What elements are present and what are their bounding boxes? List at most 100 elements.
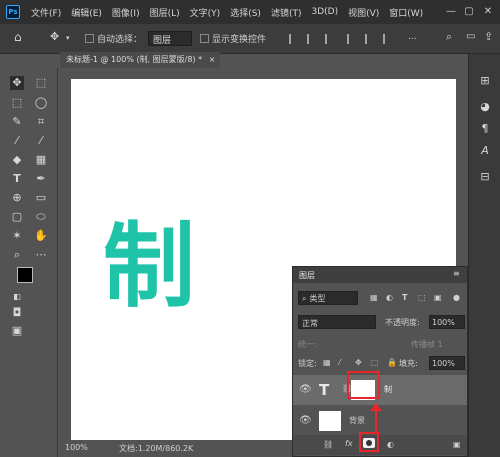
chevron-down-icon[interactable]: ▾	[66, 34, 70, 42]
filter-smart-icon[interactable]: ▣	[434, 293, 442, 302]
menu-3d[interactable]: 3D(D)	[306, 7, 343, 17]
layer-thumbnail[interactable]	[319, 411, 341, 431]
quick-mask-icon[interactable]: ◘	[10, 306, 24, 320]
rectangle-tool-icon[interactable]: ▭	[34, 191, 48, 205]
foreground-color-swatch[interactable]	[17, 267, 33, 283]
filter-shape-icon[interactable]: ⬚	[418, 293, 426, 302]
menu-file[interactable]: 文件(F)	[26, 6, 66, 19]
brush-tool-icon[interactable]: ⁄	[34, 134, 48, 148]
menu-view[interactable]: 视图(V)	[343, 6, 384, 19]
history-icon[interactable]: ⊞	[478, 74, 492, 88]
eye-icon[interactable]: 👁	[299, 415, 312, 426]
hand-tool-icon[interactable]: ✋	[34, 229, 48, 243]
menu-layer[interactable]: 图层(L)	[145, 6, 185, 19]
document-tab[interactable]: 未标题-1 @ 100% (制, 图层蒙版/8) * ×	[60, 52, 220, 68]
propagate-label[interactable]: 传播帧 1	[411, 339, 443, 350]
color-panel-icon[interactable]: ◕	[478, 100, 492, 114]
lock-pixels-icon[interactable]: ▦	[323, 358, 331, 367]
path-select-tool-icon[interactable]: ⊕	[10, 191, 24, 205]
menu-edit[interactable]: 编辑(E)	[66, 6, 107, 19]
menu-type[interactable]: 文字(Y)	[185, 6, 226, 19]
blend-mode-dropdown[interactable]: 正常	[298, 315, 376, 329]
layer-name[interactable]: 背景	[349, 415, 365, 426]
filter-toggle-icon[interactable]: ●	[453, 293, 460, 302]
paragraph-icon[interactable]: ¶	[478, 122, 492, 136]
auto-select-dropdown[interactable]: 图层	[148, 31, 192, 46]
tab-layers[interactable]: 图层	[299, 270, 315, 281]
minimize-icon[interactable]: —	[444, 5, 458, 19]
zoom-tool-icon[interactable]: ⌕	[10, 248, 24, 262]
type-tool-icon[interactable]: T	[10, 172, 24, 186]
marquee-tool-icon[interactable]: ⬚	[10, 96, 24, 110]
quick-select-tool-icon[interactable]: ✎	[10, 115, 24, 129]
align-bottom-icon[interactable]	[383, 34, 393, 44]
move-tool-icon[interactable]: ✥	[10, 76, 24, 90]
more-tools-icon[interactable]: ⋯	[34, 248, 48, 262]
menu-filter[interactable]: 滤镜(T)	[266, 6, 307, 19]
more-options-button[interactable]: ...	[408, 32, 417, 42]
menu-image[interactable]: 图像(I)	[107, 6, 145, 19]
auto-select-checkbox[interactable]: 自动选择：	[85, 32, 142, 45]
custom-shape-tool-icon[interactable]: ✶	[10, 229, 24, 243]
link-layers-icon[interactable]: ⛓	[323, 440, 333, 449]
eyedropper-tool-icon[interactable]: ⁄	[10, 134, 24, 148]
highlight-box	[359, 432, 379, 452]
eraser-tool-icon[interactable]: ◆	[10, 153, 24, 167]
workspace-icon[interactable]: ▭	[466, 31, 475, 42]
lock-image-icon[interactable]: ⁄	[339, 358, 340, 367]
blend-row: 正常 不透明度: 100%	[293, 313, 467, 331]
align-top-icon[interactable]	[347, 34, 357, 44]
text-layer-icon: T	[319, 381, 330, 399]
delete-layer-icon[interactable]: ▣	[453, 440, 461, 449]
properties-icon[interactable]: ⊟	[478, 170, 492, 184]
filter-type-icon[interactable]: T	[402, 293, 407, 302]
screen-mode-icon[interactable]: ▣	[10, 324, 24, 338]
fill-input[interactable]: 100%	[429, 356, 465, 370]
lock-artboard-icon[interactable]: ⬚	[371, 358, 379, 367]
menu-select[interactable]: 选择(S)	[225, 6, 266, 19]
layer-row[interactable]: 👁 背景	[293, 407, 467, 435]
menu-window[interactable]: 窗口(W)	[384, 6, 428, 19]
close-icon[interactable]: ✕	[481, 5, 495, 19]
layer-row[interactable]: 👁 T ⛓ 制	[293, 375, 467, 405]
align-right-icon[interactable]	[325, 34, 335, 44]
close-tab-icon[interactable]: ×	[209, 55, 216, 64]
filter-kind-dropdown[interactable]: ⌕ 类型	[298, 291, 358, 305]
opacity-input[interactable]: 100%	[429, 315, 465, 329]
align-left-icon[interactable]	[289, 34, 299, 44]
lock-all-icon[interactable]: 🔒	[387, 358, 397, 367]
default-colors-icon[interactable]: ◧	[10, 290, 24, 304]
adjustment-layer-icon[interactable]: ◐	[387, 440, 394, 449]
character-icon[interactable]: A	[478, 144, 492, 158]
search-icon[interactable]: ⌕	[446, 30, 452, 44]
lock-position-icon[interactable]: ✥	[355, 358, 362, 367]
toolbox: ✥ ⬚ ⬚ ◯ ✎ ⌗ ⁄ ⁄ ◆ ▦ T ✒ ⊕ ▭ ▢ ⬭ ✶ ✋ ⌕ ⋯ …	[0, 68, 58, 457]
filter-adjust-icon[interactable]: ◐	[386, 293, 393, 302]
align-center-icon[interactable]	[307, 34, 317, 44]
home-icon[interactable]: ⌂	[14, 30, 22, 44]
panel-menu-icon[interactable]: ≡	[453, 269, 460, 278]
show-transform-checkbox[interactable]: 显示变换控件	[200, 32, 266, 45]
filter-row: ⌕ 类型 ▦ ◐ T ⬚ ▣ ●	[293, 289, 467, 307]
pen-tool-icon[interactable]: ✒	[34, 172, 48, 186]
layer-name[interactable]: 制	[384, 384, 392, 395]
restore-icon[interactable]: ▢	[462, 5, 476, 19]
gradient-tool-icon[interactable]: ▦	[34, 153, 48, 167]
lock-row: 锁定: ▦ ⁄ ✥ ⬚ 🔒 填充: 100%	[293, 355, 467, 371]
doc-info[interactable]: 文档:1.20M/860.2K	[119, 443, 193, 454]
move-tool-icon[interactable]: ✥	[50, 30, 59, 43]
filter-pixel-icon[interactable]: ▦	[370, 293, 378, 302]
lasso-tool-icon[interactable]: ◯	[34, 96, 48, 110]
share-icon[interactable]: ⇪	[484, 30, 493, 43]
canvas-text-layer[interactable]: 制	[103, 220, 233, 312]
rounded-rect-tool-icon[interactable]: ▢	[10, 210, 24, 224]
lock-label: 锁定:	[298, 359, 317, 368]
zoom-level[interactable]: 100%	[65, 443, 88, 452]
fx-button[interactable]: fx	[345, 439, 353, 448]
eye-icon[interactable]: 👁	[299, 384, 312, 395]
crop-tool-icon[interactable]: ⌗	[34, 115, 48, 129]
ellipse-tool-icon[interactable]: ⬭	[34, 210, 48, 224]
layers-panel-header: 图层 ≡	[293, 267, 467, 283]
align-middle-icon[interactable]	[365, 34, 375, 44]
artboard-tool-icon[interactable]: ⬚	[34, 76, 48, 90]
